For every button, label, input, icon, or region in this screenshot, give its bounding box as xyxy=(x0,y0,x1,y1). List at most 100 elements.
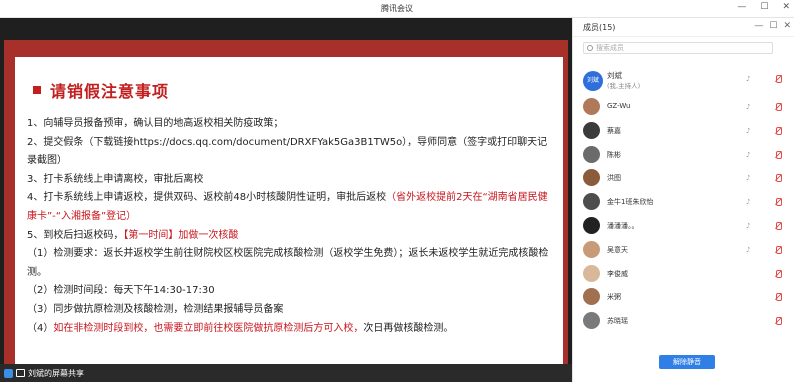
slide-line-segment: 次日再做核酸检测。 xyxy=(363,322,454,334)
member-row[interactable]: 李俊威 xyxy=(573,262,794,286)
mic-icon[interactable]: ♪ xyxy=(746,246,754,254)
close-button[interactable]: ✕ xyxy=(782,2,790,12)
mic-icon[interactable]: ♪ xyxy=(746,151,754,159)
members-panel-header: 成员(15) — ☐ ✕ xyxy=(573,18,794,37)
camera-off-icon[interactable] xyxy=(774,292,783,302)
member-name: 李俊威 xyxy=(607,269,628,278)
camera-off-icon[interactable] xyxy=(774,126,783,135)
slide-line-segment: 4、打卡系统线上申请返校，提供双码、返校前48小时核酸阴性证明，审批后返校 xyxy=(27,192,387,204)
panel-close-button[interactable]: ✕ xyxy=(783,21,791,31)
panel-popout-button[interactable]: ☐ xyxy=(769,21,777,31)
slide: 请销假注意事项 1、向辅导员报备预审，确认目的地高返校相关防疫政策； 2、提交假条… xyxy=(15,57,563,370)
avatar xyxy=(583,169,600,187)
avatar xyxy=(583,240,600,258)
member-name: 潘潘潘。。 xyxy=(607,221,639,230)
minimize-button[interactable]: — xyxy=(737,2,746,12)
member-name: 洪图 xyxy=(607,174,621,183)
slide-line-segment: 2、提交假条（下载链接https://docs.qq.com/document/… xyxy=(27,136,548,167)
avatar xyxy=(583,216,600,234)
member-count-text: 成员(15) xyxy=(583,23,616,32)
camera-off-icon[interactable] xyxy=(774,102,783,111)
avatar xyxy=(583,312,600,330)
member-row[interactable]: 金牛1班朱欣怡 ♪ xyxy=(573,190,794,214)
mic-icon[interactable]: ♪ xyxy=(746,103,754,111)
slide-line: （3）同步做抗原检测及核酸检测，检测结果报辅导员备案 xyxy=(27,301,555,320)
avatar xyxy=(583,193,600,211)
screen-share-label: 刘斌的屏幕共享 xyxy=(28,368,84,378)
camera-off-icon[interactable] xyxy=(774,316,783,326)
search-icon xyxy=(587,45,593,51)
mic-icon[interactable]: ♪ xyxy=(746,174,754,182)
slide-line-segment: （2）检测时间段：每天下午14:30-17:30 xyxy=(27,285,215,297)
member-name: 吴意天 xyxy=(607,245,628,254)
panel-minimize-button[interactable]: — xyxy=(754,21,763,31)
member-search-input[interactable] xyxy=(596,44,766,52)
members-count-label: 成员(15) xyxy=(583,22,615,33)
window-title: 腾讯会议 xyxy=(381,4,413,13)
slide-line-segment: 1、向辅导员报备预审，确认目的地高返校相关防疫政策； xyxy=(27,118,284,129)
camera-off-icon[interactable] xyxy=(774,74,783,83)
member-name: 米粥 xyxy=(607,293,621,302)
member-role: (我,主持人) xyxy=(607,82,641,90)
avatar xyxy=(583,145,600,163)
camera-off-icon[interactable] xyxy=(774,245,783,254)
slide-line: 1、向辅导员报备预审，确认目的地高返校相关防疫政策； xyxy=(27,115,555,134)
member-name: 陈彬 xyxy=(607,150,621,159)
screen-share-tag[interactable]: 刘斌的屏幕共享 xyxy=(4,367,84,379)
member-name: GZ-Wu xyxy=(607,102,631,110)
mic-icon[interactable]: ♪ xyxy=(746,75,754,83)
member-list: 刘斌 刘斌 (我,主持人) ♪ GZ-Wu ♪ 蔡嘉 ♪ 陈彬 ♪ 洪图 ♪ 金牛1班朱欣怡 ♪ 潘… xyxy=(573,67,794,333)
camera-off-icon[interactable] xyxy=(774,150,783,159)
camera-off-icon[interactable] xyxy=(774,269,783,278)
member-row[interactable]: 洪图 ♪ xyxy=(573,166,794,190)
maximize-button[interactable]: ☐ xyxy=(760,2,768,12)
camera-off-icon[interactable] xyxy=(774,197,783,207)
member-row[interactable]: 苏晓瑶 xyxy=(573,309,794,333)
member-row[interactable]: 吴意天 ♪ xyxy=(573,238,794,262)
member-host[interactable]: 刘斌 刘斌 (我,主持人) ♪ xyxy=(573,67,794,95)
member-name: 金牛1班朱欣怡 xyxy=(607,198,654,207)
member-row[interactable]: GZ-Wu ♪ xyxy=(573,95,794,119)
member-row[interactable]: 米粥 xyxy=(573,285,794,309)
member-name: 蔡嘉 xyxy=(607,126,621,135)
slide-line-segment: （1）检测要求：返长并返校学生前往财院校区校医院完成核酸检测（返校学生免费）；返… xyxy=(27,248,549,278)
slide-body: 1、向辅导员报备预审，确认目的地高返校相关防疫政策； 2、提交假条（下载链接htt… xyxy=(27,115,555,338)
slide-line-segment: （4） xyxy=(27,322,54,334)
bullet-square-icon xyxy=(33,86,41,94)
slide-heading-text: 请销假注意事项 xyxy=(50,82,170,101)
camera-off-icon[interactable] xyxy=(774,173,783,183)
panel-controls: — ☐ ✕ xyxy=(754,21,791,31)
slide-frame: 请销假注意事项 1、向辅导员报备预审，确认目的地高返校相关防疫政策； 2、提交假条… xyxy=(4,40,568,376)
slide-line: （2）检测时间段：每天下午14:30-17:30 xyxy=(27,282,555,301)
shared-screen-area: 请销假注意事项 1、向辅导员报备预审，确认目的地高返校相关防疫政策； 2、提交假条… xyxy=(0,18,572,376)
slide-line: 4、打卡系统线上申请返校，提供双码、返校前48小时核酸阴性证明，审批后返校（省外… xyxy=(27,189,555,226)
slide-line: 2、提交假条（下载链接https://docs.qq.com/document/… xyxy=(27,134,555,171)
member-row[interactable]: 潘潘潘。。 ♪ xyxy=(573,214,794,238)
avatar: 刘斌 xyxy=(583,71,603,91)
avatar xyxy=(583,98,600,115)
slide-line-segment: （3）同步做抗原检测及核酸检测，检测结果报辅导员备案 xyxy=(27,303,284,315)
camera-off-icon[interactable] xyxy=(774,221,783,230)
slide-line: （4）如在非检测时段到校，也需要立即前往校医院做抗原检测后方可入校，次日再做核酸… xyxy=(27,320,555,339)
slide-line: 3、打卡系统线上申请离校，审批后离校 xyxy=(27,171,555,190)
bottom-bar: 刘斌的屏幕共享 xyxy=(0,364,572,382)
member-row[interactable]: 陈彬 ♪ xyxy=(573,143,794,167)
unmute-all-button[interactable]: 解除静音 xyxy=(659,355,715,369)
window-controls: — ☐ ✕ xyxy=(737,2,790,12)
screen-icon xyxy=(16,369,25,377)
slide-line-segment: 5、到校后扫返校码， xyxy=(27,229,124,241)
slide-heading: 请销假注意事项 xyxy=(33,78,169,102)
member-row[interactable]: 蔡嘉 ♪ xyxy=(573,119,794,143)
member-search[interactable] xyxy=(583,42,773,54)
mic-icon[interactable]: ♪ xyxy=(746,127,754,135)
slide-line: 5、到校后扫返校码，【第一时间】加做一次核酸 xyxy=(27,227,555,246)
avatar xyxy=(583,288,600,306)
avatar xyxy=(583,121,600,139)
slide-line-segment: 如在非检测时段到校，也需要立即前往校医院做抗原检测后方可入校， xyxy=(53,322,364,334)
slide-line: （1）检测要求：返长并返校学生前往财院校区校医院完成核酸检测（返校学生免费）；返… xyxy=(27,245,555,282)
mic-icon[interactable]: ♪ xyxy=(746,198,754,206)
slide-line-segment: 3、打卡系统线上申请离校，审批后离校 xyxy=(27,173,204,185)
slide-line-segment: 【第一时间】加做一次核酸 xyxy=(123,229,239,241)
members-panel: 成员(15) — ☐ ✕ 刘斌 刘斌 (我,主持人) ♪ GZ-Wu♪蔡嘉♪陈彬… xyxy=(572,18,794,382)
mic-icon[interactable]: ♪ xyxy=(746,222,754,230)
